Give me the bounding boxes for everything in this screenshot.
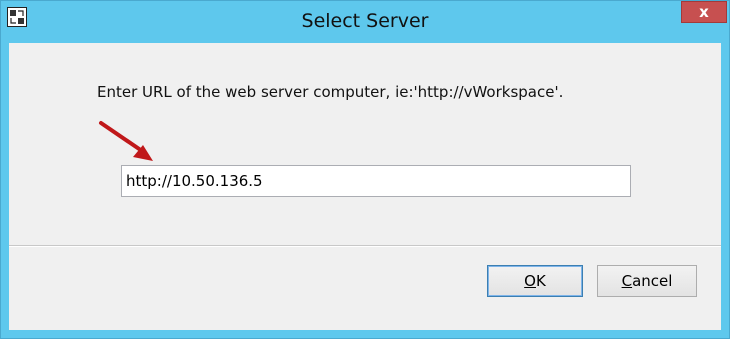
cancel-mnemonic: C (621, 272, 633, 290)
button-separator (9, 245, 721, 247)
close-button[interactable]: x (681, 1, 727, 23)
select-server-dialog: Select Server x Enter URL of the web ser… (0, 0, 730, 339)
ok-button[interactable]: OK (487, 265, 583, 297)
close-icon: x (699, 3, 709, 21)
ok-mnemonic: O (524, 272, 536, 290)
url-prompt-label: Enter URL of the web server computer, ie… (97, 83, 564, 101)
window-title: Select Server (301, 10, 429, 32)
cancel-button[interactable]: Cancel (597, 265, 697, 297)
title-bar[interactable]: Select Server x (1, 1, 729, 43)
cancel-label-rest: ancel (632, 272, 673, 290)
red-arrow-icon (99, 121, 153, 161)
server-url-input[interactable] (121, 165, 631, 197)
dialog-app-icon (7, 7, 27, 27)
dialog-body: Enter URL of the web server computer, ie… (9, 43, 721, 330)
ok-label-rest: K (535, 272, 546, 290)
